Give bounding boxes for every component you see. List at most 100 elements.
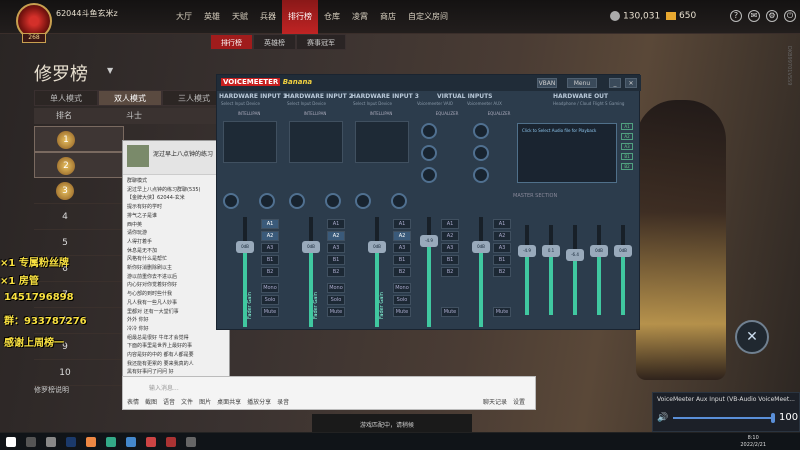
close-button[interactable]: ✕ [625,78,637,88]
solo-button[interactable]: Solo [261,295,279,305]
bus-b1-button[interactable]: B1 [393,255,411,265]
nav-heroes[interactable]: 英雄 [198,0,226,34]
nav-warehouse[interactable]: 仓库 [318,0,346,34]
hw-input-3-device[interactable]: Select Input Device [353,101,392,106]
solo-button[interactable]: Solo [393,295,411,305]
treble-knob[interactable] [473,123,489,139]
hw-input-3-label[interactable]: HARDWARE INPUT 3 [351,93,419,100]
chevron-down-icon[interactable]: ▼ [107,66,113,75]
emoji-button[interactable]: 表情 [127,397,139,406]
rank-row[interactable]: 1 [34,126,124,152]
comp-knob[interactable] [289,193,305,209]
tab-single[interactable]: 单人模式 [34,90,98,106]
hw-input-1-device[interactable]: Select Input Device [221,101,260,106]
speaker-icon[interactable]: 🔊 [657,413,668,423]
hw-out-device[interactable]: Headphone / Cloud Flight S Gaming [553,101,624,106]
bus-b2-button[interactable]: B2 [261,267,279,277]
app-icon[interactable] [106,437,116,447]
hw-input-2-label[interactable]: HARDWARE INPUT 2 [285,93,353,100]
mono-button[interactable]: Mono [393,283,411,293]
mid-knob[interactable] [473,145,489,161]
bus-a1-button[interactable]: A1 [493,219,511,229]
fader-track[interactable]: 0dB [614,225,632,315]
bus-b2-button[interactable]: B2 [393,267,411,277]
bass-knob[interactable] [473,167,489,183]
subtab-leaderboard[interactable]: 排行榜 [210,34,253,50]
bus-b2-button[interactable]: B2 [441,267,459,277]
fader-knob[interactable]: 0dB [590,245,608,257]
nav-shop[interactable]: 商店 [374,0,402,34]
vban-button[interactable]: VBAN [537,78,557,88]
fader-track[interactable]: 0.1 [542,225,560,315]
leaderboard-info-link[interactable]: 修罗榜说明 [34,385,69,395]
nav-lingxiao[interactable]: 凌霄 [346,0,374,34]
bus-a1-button[interactable]: A1 [327,219,345,229]
chrome-icon[interactable] [86,437,96,447]
fader-track[interactable]: -6.4 [566,225,584,315]
rank-row[interactable]: 2 [34,152,124,178]
bus-b1-button[interactable]: B1 [493,255,511,265]
mid-knob[interactable] [421,145,437,161]
record-button[interactable]: 录音 [277,397,289,406]
mail-icon[interactable]: ✉ [748,10,760,22]
bus-a2-button[interactable]: A2 [441,231,459,241]
play-share-button[interactable]: 播放分享 [247,397,271,406]
voice-button[interactable]: 语音 [163,397,175,406]
nav-custom-room[interactable]: 自定义房间 [402,0,454,34]
out-a1-button[interactable]: A1 [621,123,633,130]
fader-track[interactable]: 0dB [590,225,608,315]
bus-b2-button[interactable]: B2 [327,267,345,277]
intellipan-pad[interactable] [223,121,277,163]
app-icon[interactable] [146,437,156,447]
bus-a1-button[interactable]: A1 [441,219,459,229]
rank-row[interactable]: 5 [34,230,124,256]
nav-weapons[interactable]: 兵器 [254,0,282,34]
fader-knob[interactable]: 0dB [302,241,320,253]
cassette-recorder[interactable]: Click to Select Audio file for Playback [517,123,617,183]
close-x-button[interactable]: ✕ [735,320,769,354]
help-icon[interactable]: ? [730,10,742,22]
hw-input-1-label[interactable]: HARDWARE INPUT 1 [219,93,287,100]
volume-thumb[interactable] [771,413,775,423]
photoshop-icon[interactable] [66,437,76,447]
search-icon[interactable] [26,437,36,447]
out-a2-button[interactable]: A2 [621,133,633,140]
fader-knob[interactable]: -6.4 [566,249,584,261]
mute-button[interactable]: Mute [327,307,345,317]
out-b1-button[interactable]: B1 [621,153,633,160]
subtab-champions[interactable]: 赛事冠军 [296,34,346,50]
intellipan-pad[interactable] [355,121,409,163]
bus-a1-button[interactable]: A1 [261,219,279,229]
hw-input-2-device[interactable]: Select Input Device [287,101,326,106]
chat-input[interactable]: 输入消息... [149,383,179,392]
nav-lobby[interactable]: 大厅 [170,0,198,34]
image-button[interactable]: 图片 [199,397,211,406]
bus-a2-button[interactable]: A2 [327,231,345,241]
fader-track[interactable]: -4.9 [518,225,536,315]
intellipan-pad[interactable] [289,121,343,163]
fader-knob[interactable]: 0dB [236,241,254,253]
clock[interactable]: 8:10 2022/2/21 [740,435,766,449]
fader-track[interactable]: 0dB [472,217,490,327]
chat-settings-button[interactable]: 设置 [513,397,525,406]
fader-knob[interactable]: 0.1 [542,245,560,257]
volume-slider[interactable] [673,417,773,419]
comp-knob[interactable] [223,193,239,209]
app-icon[interactable] [126,437,136,447]
comp-knob[interactable] [355,193,371,209]
settings-icon[interactable]: ⚙ [766,10,778,22]
tab-duo[interactable]: 双人模式 [98,90,162,106]
mono-button[interactable]: Mono [261,283,279,293]
power-icon[interactable]: ⏻ [784,10,796,22]
bus-a3-button[interactable]: A3 [261,243,279,253]
mute-button[interactable]: Mute [393,307,411,317]
rank-row[interactable]: 3 [34,178,124,204]
out-b2-button[interactable]: B2 [621,163,633,170]
bass-knob[interactable] [421,167,437,183]
fader-knob[interactable]: -4.9 [420,235,438,247]
gate-knob[interactable] [325,193,341,209]
bus-a3-button[interactable]: A3 [441,243,459,253]
bus-b2-button[interactable]: B2 [493,267,511,277]
app-icon[interactable] [186,437,196,447]
rank-row[interactable]: 4 [34,204,124,230]
